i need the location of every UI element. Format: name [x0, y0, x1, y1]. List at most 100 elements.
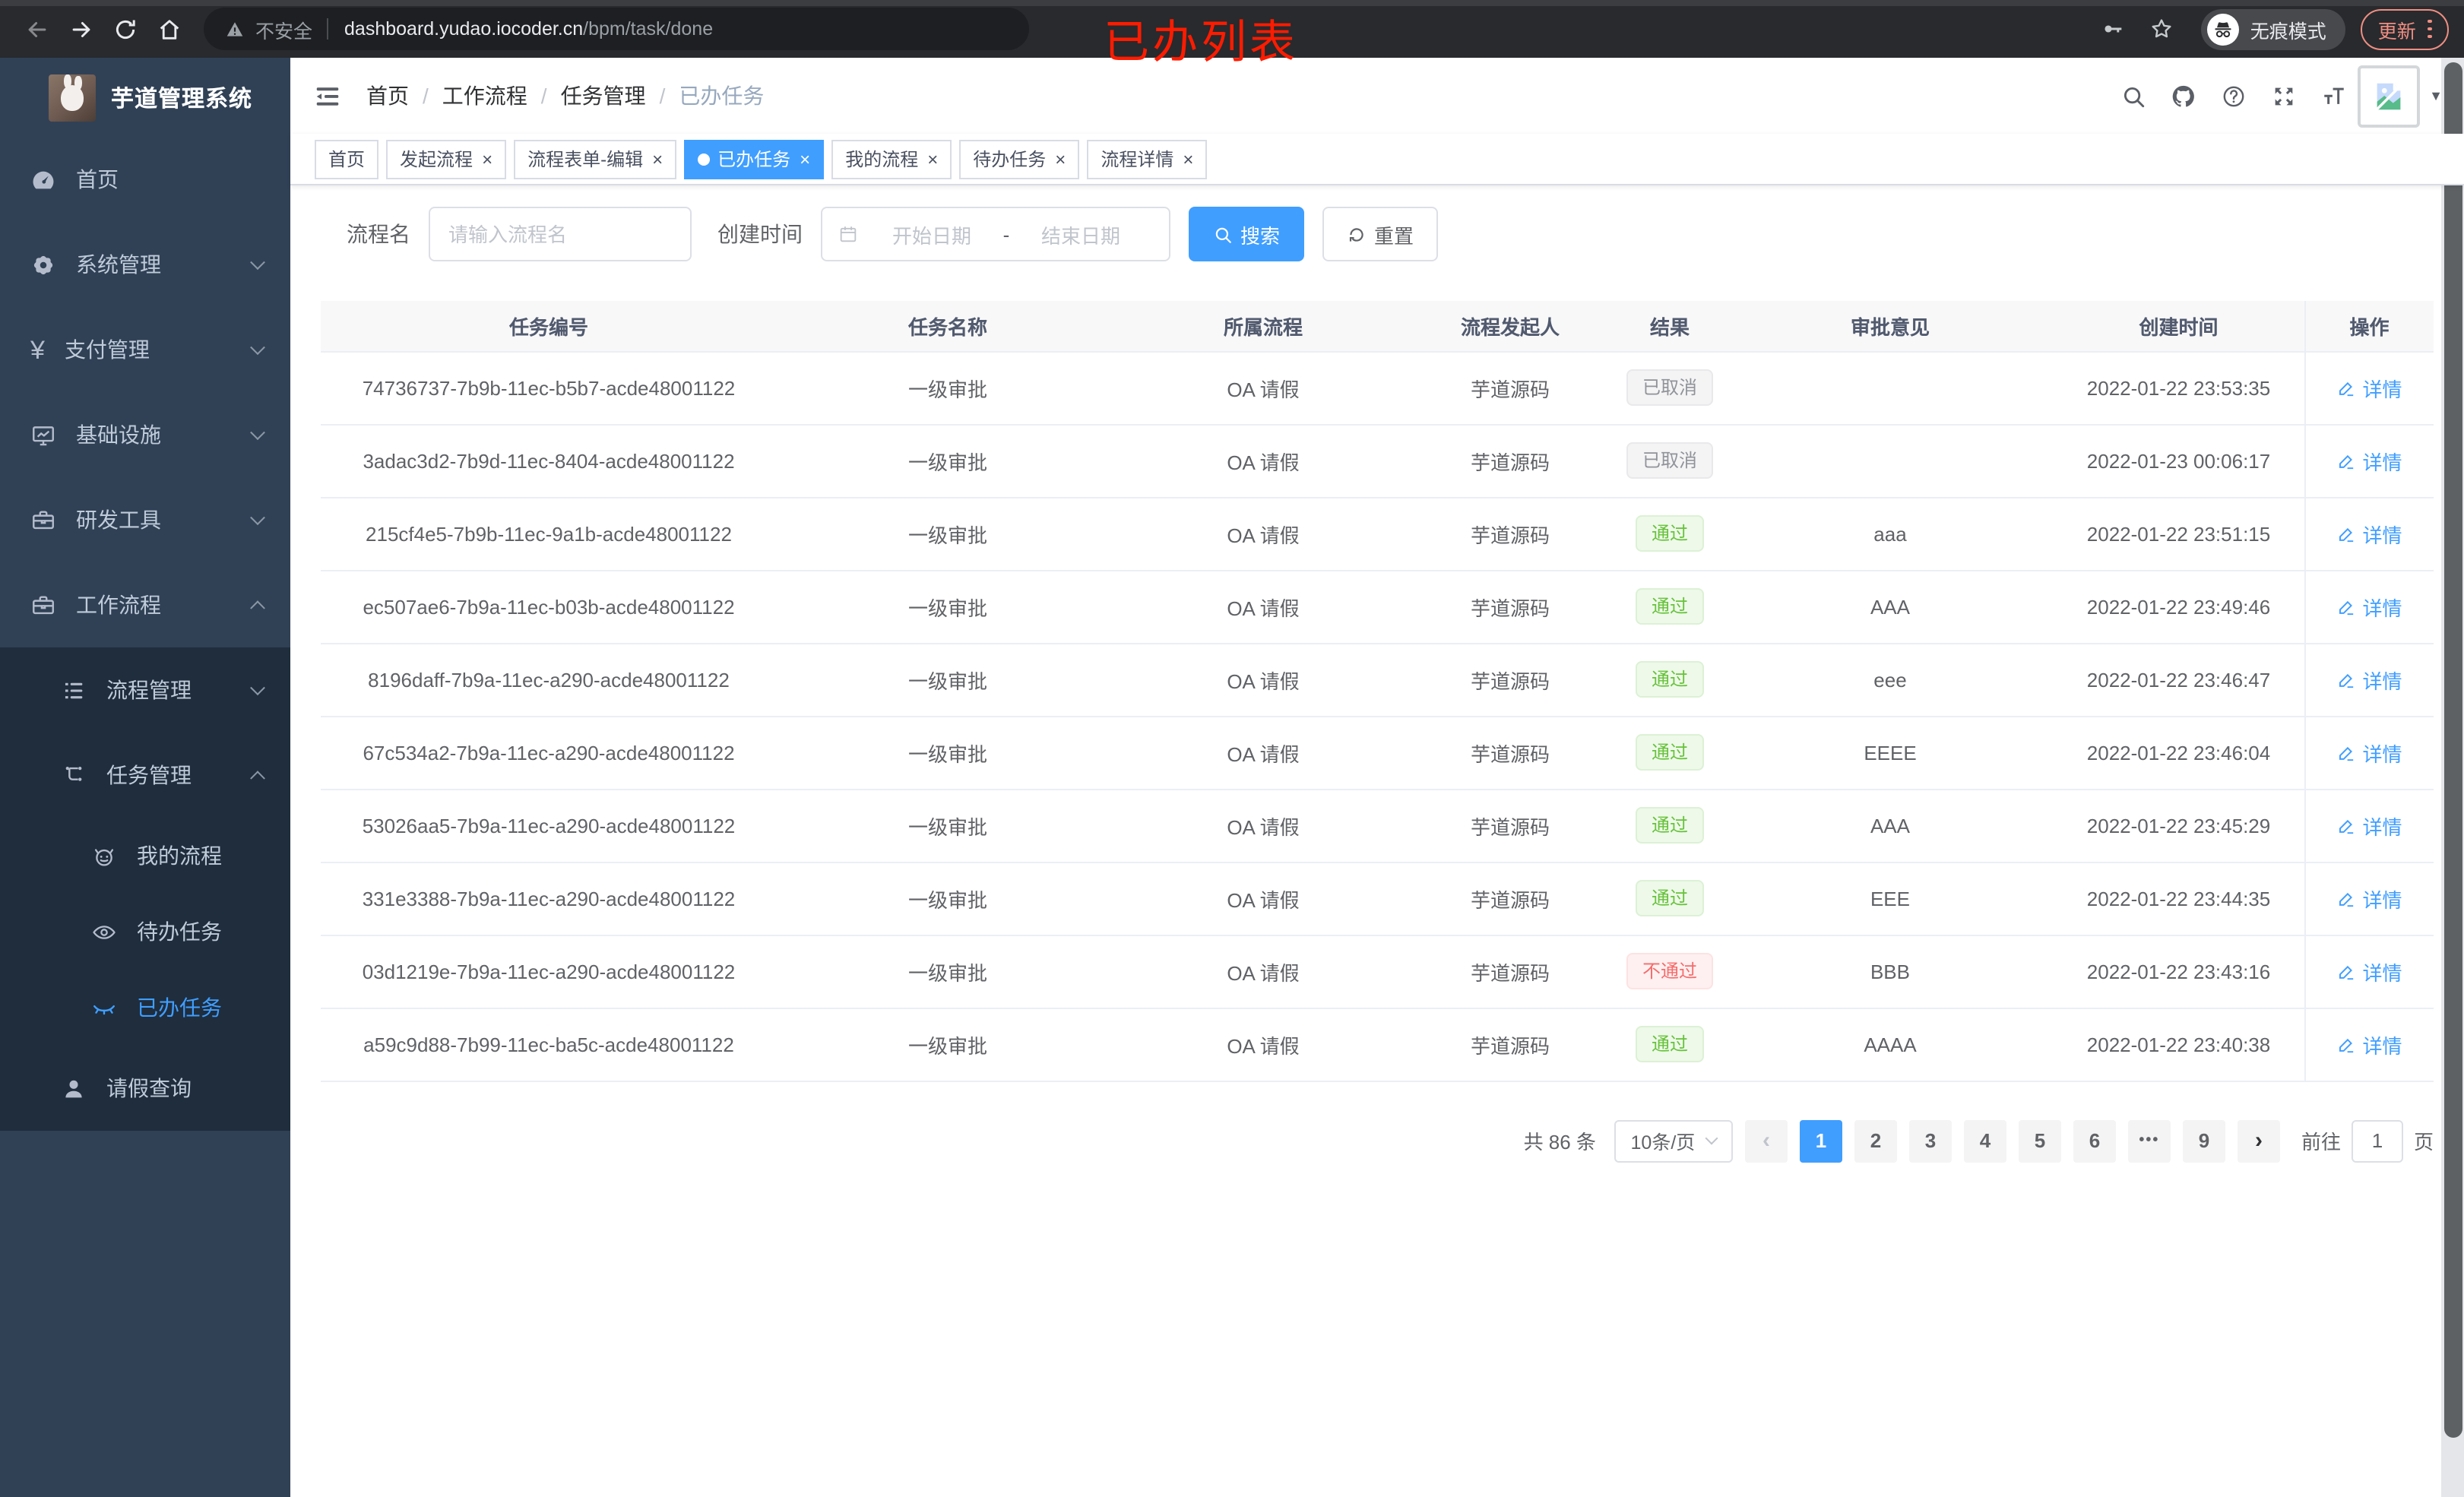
cell-process: OA 请假 — [1119, 351, 1408, 425]
tab-label: 流程详情 — [1101, 149, 1174, 170]
page-size-select[interactable]: 10条/页 — [1614, 1119, 1733, 1162]
detail-link[interactable]: 详情 — [2336, 446, 2402, 475]
sidebar-item[interactable]: 工作流程 — [0, 562, 290, 647]
sidebar-item[interactable]: 流程管理 — [0, 647, 290, 733]
sidebar-item[interactable]: 任务管理 — [0, 733, 290, 818]
pencil-icon — [2336, 669, 2356, 689]
scrollbar-thumb[interactable] — [2443, 62, 2462, 1438]
avatar[interactable] — [2358, 65, 2421, 127]
github-icon[interactable] — [2171, 83, 2196, 109]
cell-result: 通过 — [1613, 716, 1727, 790]
screen: 不安全 dashboard.yudao.iocoder.cn/bpm/task/… — [0, 0, 2464, 1497]
update-label: 更新 — [2377, 21, 2416, 42]
pencil-icon — [2336, 1034, 2356, 1054]
chevron-icon — [250, 425, 265, 441]
page-button[interactable]: 6 — [2073, 1119, 2116, 1162]
tab[interactable]: 待办任务 × — [959, 139, 1080, 179]
detail-link[interactable]: 详情 — [2336, 665, 2402, 694]
cell-process: OA 请假 — [1119, 570, 1408, 644]
tab-label: 首页 — [328, 149, 366, 170]
breadcrumb-item[interactable]: 工作流程 — [442, 81, 527, 111]
tab[interactable]: 已办任务 × — [684, 139, 825, 179]
detail-link[interactable]: 详情 — [2336, 519, 2402, 548]
page-button[interactable]: 4 — [1963, 1119, 2006, 1162]
page-button[interactable]: ••• — [2127, 1119, 2171, 1162]
process-name-input[interactable] — [429, 207, 692, 261]
hamburger-icon[interactable] — [313, 81, 342, 110]
user-icon — [61, 1075, 87, 1101]
detail-link[interactable]: 详情 — [2336, 1030, 2402, 1059]
cell-time: 2022-01-22 23:46:47 — [2054, 643, 2304, 717]
browser-menu-icon[interactable] — [2428, 19, 2432, 39]
prev-page-button[interactable]: ‹ — [1744, 1119, 1788, 1162]
cell-actions: 详情 — [2304, 424, 2434, 498]
reload-icon[interactable] — [103, 8, 147, 50]
star-icon[interactable] — [2150, 17, 2174, 41]
sidebar-item[interactable]: 待办任务 — [0, 894, 290, 970]
sidebar-item-label: 首页 — [76, 167, 119, 191]
tab[interactable]: 流程表单-编辑 × — [514, 139, 677, 179]
cell-task-id: 331e3388-7b9a-11ec-a290-acde48001122 — [321, 862, 777, 935]
detail-link[interactable]: 详情 — [2336, 884, 2402, 913]
breadcrumb-item[interactable]: 任务管理 — [561, 81, 646, 111]
breadcrumb-item[interactable]: 首页 — [366, 81, 409, 111]
cell-time: 2022-01-23 00:06:17 — [2054, 424, 2304, 498]
sidebar-item[interactable]: ¥ 支付管理 — [0, 307, 290, 392]
tab[interactable]: 发起流程 × — [386, 139, 507, 179]
page-button[interactable]: 3 — [1908, 1119, 1952, 1162]
column-header: 操作 — [2304, 301, 2434, 352]
detail-link[interactable]: 详情 — [2336, 592, 2402, 621]
detail-link[interactable]: 详情 — [2336, 811, 2402, 840]
close-icon[interactable]: × — [1183, 148, 1193, 169]
cell-process: OA 请假 — [1119, 643, 1408, 717]
sidebar-item-label: 基础设施 — [76, 423, 161, 447]
update-button[interactable]: 更新 — [2361, 8, 2449, 49]
address-bar[interactable]: 不安全 dashboard.yudao.iocoder.cn/bpm/task/… — [204, 8, 1029, 50]
cell-comment — [1727, 351, 2054, 425]
close-icon[interactable]: × — [800, 148, 810, 169]
reset-button[interactable]: 重置 — [1322, 207, 1439, 261]
sidebar-item[interactable]: 已办任务 — [0, 970, 290, 1046]
fullscreen-icon[interactable] — [2271, 83, 2297, 109]
detail-link-label: 详情 — [2362, 888, 2402, 911]
home-icon[interactable] — [147, 8, 192, 50]
cell-result: 通过 — [1613, 789, 1727, 862]
app-logo[interactable]: 芋道管理系统 — [0, 58, 290, 137]
goto-page-input[interactable] — [2351, 1119, 2403, 1162]
font-size-icon[interactable] — [2321, 83, 2347, 109]
close-icon[interactable]: × — [482, 148, 492, 169]
sidebar-item[interactable]: 基础设施 — [0, 392, 290, 477]
next-page-button[interactable]: › — [2237, 1119, 2280, 1162]
app-title: 芋道管理系统 — [111, 86, 253, 112]
close-icon[interactable]: × — [1055, 148, 1066, 169]
page-button[interactable]: 2 — [1854, 1119, 1897, 1162]
key-icon[interactable] — [2101, 17, 2126, 41]
breadcrumb-item[interactable]: 已办任务 — [679, 81, 764, 111]
tab[interactable]: 我的流程 × — [831, 139, 952, 179]
scrollbar[interactable] — [2441, 58, 2464, 1497]
back-icon[interactable] — [15, 8, 59, 50]
tab[interactable]: 首页 × — [315, 139, 379, 179]
sidebar-item[interactable]: 研发工具 — [0, 477, 290, 562]
cell-starter: 芋道源码 — [1408, 862, 1613, 935]
search-icon[interactable] — [2120, 83, 2146, 109]
question-icon[interactable] — [2221, 83, 2247, 109]
detail-link[interactable]: 详情 — [2336, 738, 2402, 767]
annotation-done-list: 已办列表 — [1104, 18, 1298, 68]
page-button[interactable]: 5 — [2018, 1119, 2061, 1162]
page-button[interactable]: 9 — [2182, 1119, 2225, 1162]
detail-link[interactable]: 详情 — [2336, 957, 2402, 986]
date-range-picker[interactable]: 开始日期 - 结束日期 — [821, 207, 1170, 261]
forward-icon[interactable] — [59, 8, 103, 50]
detail-link[interactable]: 详情 — [2336, 373, 2402, 402]
sidebar-item[interactable]: 系统管理 — [0, 222, 290, 307]
sidebar-item[interactable]: 我的流程 — [0, 818, 290, 894]
page-button[interactable]: 1 — [1799, 1119, 1842, 1162]
search-button[interactable]: 搜索 — [1189, 207, 1305, 261]
sidebar-item[interactable]: 请假查询 — [0, 1046, 290, 1131]
close-icon[interactable]: × — [927, 148, 938, 169]
cell-comment: eee — [1727, 643, 2054, 717]
sidebar-item[interactable]: 首页 — [0, 137, 290, 222]
close-icon[interactable]: × — [652, 148, 663, 169]
tab[interactable]: 流程详情 × — [1087, 139, 1208, 179]
